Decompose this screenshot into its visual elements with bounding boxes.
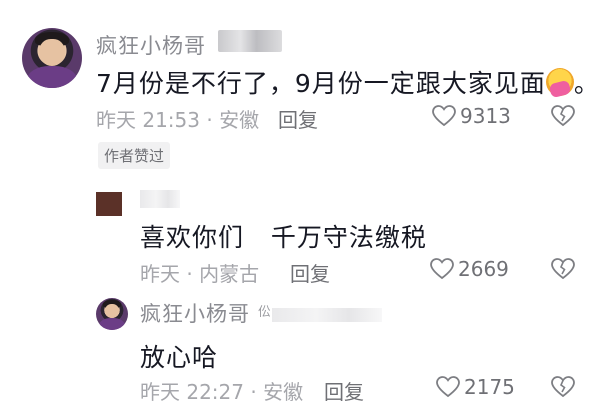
like-button[interactable] — [430, 258, 454, 280]
avatar[interactable] — [96, 192, 122, 216]
avatar-face — [104, 303, 120, 319]
dislike-button[interactable] — [551, 105, 575, 127]
comment-username[interactable]: 疯狂小杨哥 — [96, 30, 206, 60]
comment-text: 放心哈 — [140, 343, 219, 372]
broken-heart-icon — [551, 258, 575, 280]
dislike-button[interactable] — [551, 258, 575, 280]
comment-text: 7月份是不行了，9月份一定跟大家见面。 — [96, 64, 600, 100]
avatar[interactable] — [22, 28, 82, 88]
redacted-tag — [272, 308, 382, 322]
reply-button[interactable]: 回复 — [324, 376, 364, 405]
broken-heart-icon — [551, 376, 575, 398]
username-extra: 伀 — [258, 305, 272, 320]
avatar-body — [98, 318, 126, 330]
hugging-face-emoji — [545, 68, 574, 96]
comment-meta: 昨天 22:27 · 安徽 — [140, 380, 304, 404]
comment-meta: 昨天 21:53 · 安徽 — [96, 108, 260, 132]
like-count: 9313 — [460, 104, 511, 128]
avatar-face — [38, 38, 66, 67]
comment-meta: 昨天 · 内蒙古 — [140, 262, 260, 286]
comment-username[interactable]: 疯狂小杨哥 — [140, 298, 250, 328]
like-button[interactable] — [436, 376, 460, 398]
comment-text-body: 7月份是不行了，9月份一定跟大家见面 — [96, 69, 546, 98]
author-liked-badge: 作者赞过 — [98, 142, 171, 169]
avatar-body — [26, 66, 78, 88]
comment-text-suffix: 。 — [573, 69, 600, 98]
like-button[interactable] — [432, 105, 456, 127]
dislike-button[interactable] — [551, 376, 575, 398]
redacted-username — [140, 190, 180, 208]
avatar[interactable] — [96, 298, 128, 330]
reply-button[interactable]: 回复 — [278, 104, 318, 133]
comment-text: 喜欢你们 千万守法缴税 — [140, 223, 427, 252]
reply-button[interactable]: 回复 — [290, 258, 330, 287]
redacted-tag — [218, 30, 282, 52]
like-count: 2175 — [464, 375, 515, 399]
heart-outline-icon — [430, 258, 454, 280]
like-count: 2669 — [458, 257, 509, 281]
heart-outline-icon — [432, 105, 456, 127]
heart-outline-icon — [436, 376, 460, 398]
broken-heart-icon — [551, 105, 575, 127]
